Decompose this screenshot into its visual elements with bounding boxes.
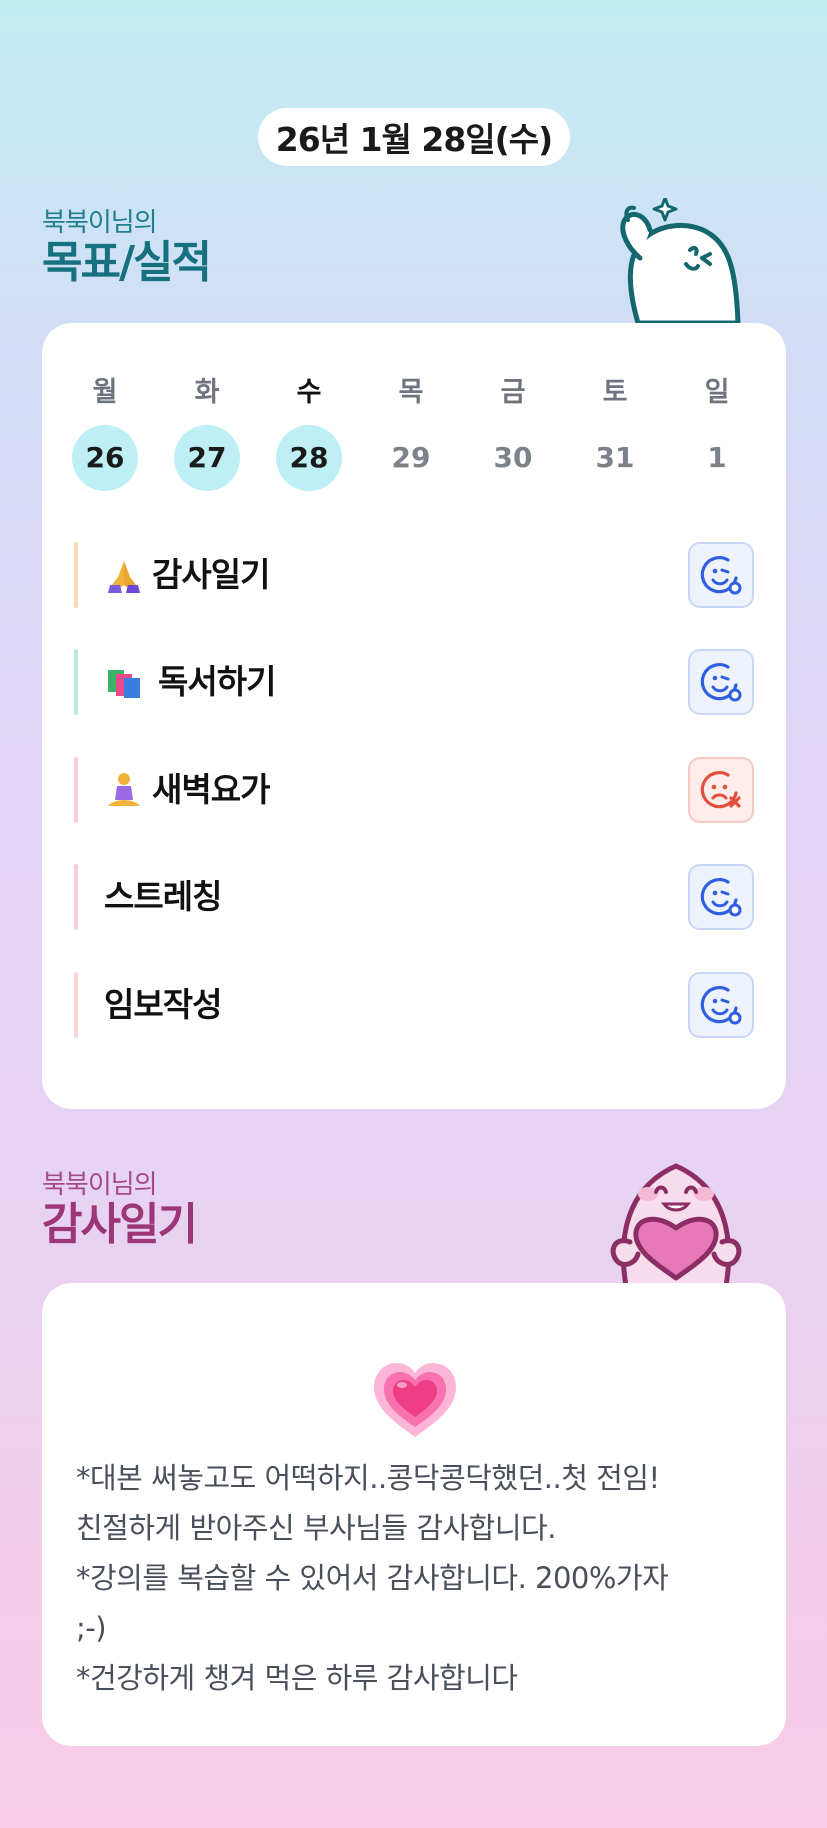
day-name: 일 — [704, 377, 730, 408]
goal-status-success[interactable] — [688, 972, 754, 1038]
goal-label: 감사일기 — [104, 542, 270, 608]
gratitude-line: *건강하게 챙겨 먹은 하루 감사합니다 — [76, 1661, 518, 1695]
folded-hands-icon — [108, 561, 140, 593]
smile-check-icon — [700, 556, 742, 595]
day-name: 금 — [500, 377, 526, 408]
goal-color-bar — [74, 757, 78, 823]
goal-label-text: 독서하기 — [158, 662, 276, 701]
day-wed[interactable]: 수 28 — [276, 373, 342, 491]
goal-row-report-writing[interactable]: 임보작성 — [74, 972, 754, 1038]
date-label[interactable]: 26년 1월 28일(수) — [258, 108, 570, 166]
gratitude-line: *강의를 복습할 수 있어서 감사합니다. 200%가자 — [76, 1561, 669, 1595]
day-number: 27 — [174, 425, 240, 491]
day-mon[interactable]: 월 26 — [72, 373, 138, 491]
yoga-icon — [108, 773, 140, 806]
day-number: 28 — [276, 425, 342, 491]
day-number: 31 — [595, 441, 635, 474]
goal-row-stretching[interactable]: 스트레칭 — [74, 864, 754, 930]
goal-label: 독서하기 — [104, 649, 276, 715]
gratitude-card: *대본 써놓고도 어떡하지..콩닥콩닥했던..첫 전임! 친절하게 받아주신 부… — [42, 1283, 786, 1746]
goal-status-success[interactable] — [688, 542, 754, 608]
goal-label-text: 임보작성 — [104, 985, 222, 1024]
day-sun[interactable]: 일 1 — [684, 373, 750, 491]
smile-check-icon — [700, 986, 742, 1025]
mascot-heart-icon — [610, 1163, 742, 1286]
gratitude-section-heading: 감사일기 — [42, 1199, 198, 1250]
goal-row-gratitude-journal[interactable]: 감사일기 — [74, 542, 754, 608]
gratitude-line: *대본 써놓고도 어떡하지..콩닥콩닥했던..첫 전임! — [76, 1461, 660, 1495]
heart-icon — [374, 1363, 456, 1437]
goal-status-fail[interactable] — [688, 757, 754, 823]
goal-color-bar — [74, 864, 78, 930]
books-icon — [108, 670, 140, 698]
goal-label: 스트레칭 — [104, 864, 222, 930]
goal-color-bar — [74, 649, 78, 715]
week-calendar: 월 26 화 27 수 28 목 29 금 30 토 31 일 1 — [72, 373, 784, 491]
frown-x-icon — [700, 771, 741, 809]
day-sat[interactable]: 토 31 — [582, 373, 648, 491]
day-number: 26 — [72, 425, 138, 491]
goal-color-bar — [74, 542, 78, 608]
goal-label-text: 감사일기 — [152, 555, 270, 594]
gratitude-line: ;-) — [76, 1611, 107, 1645]
day-number: 1 — [707, 441, 727, 474]
goal-row-reading[interactable]: 독서하기 — [74, 649, 754, 715]
day-name: 화 — [194, 377, 220, 408]
day-tue[interactable]: 화 27 — [174, 373, 240, 491]
goal-section-heading: 목표/실적 — [42, 237, 212, 288]
gratitude-section-title: 북북이님의 감사일기 — [42, 1170, 198, 1250]
day-name: 수 — [296, 377, 322, 408]
goal-status-success[interactable] — [688, 864, 754, 930]
gratitude-text: *대본 써놓고도 어떡하지..콩닥콩닥했던..첫 전임! 친절하게 받아주신 부… — [76, 1453, 766, 1703]
day-name: 목 — [398, 377, 424, 408]
day-number: 30 — [493, 441, 533, 474]
goal-label: 임보작성 — [104, 972, 222, 1038]
smile-check-icon — [700, 663, 742, 702]
goal-label: 새벽요가 — [104, 757, 270, 823]
goal-label-text: 새벽요가 — [152, 770, 270, 809]
goal-row-dawn-yoga[interactable]: 새벽요가 — [74, 757, 754, 823]
day-fri[interactable]: 금 30 — [480, 373, 546, 491]
smile-check-icon — [700, 878, 742, 917]
mascot-waving-icon — [620, 198, 741, 326]
goal-section-title: 북북이님의 목표/실적 — [42, 208, 212, 288]
goal-status-success[interactable] — [688, 649, 754, 715]
goal-card: 월 26 화 27 수 28 목 29 금 30 토 31 일 1 감사일기 독… — [42, 323, 786, 1109]
gratitude-section-subtitle: 북북이님의 — [42, 1170, 158, 1200]
day-number: 29 — [391, 441, 431, 474]
day-name: 월 — [92, 377, 118, 408]
goal-label-text: 스트레칭 — [104, 877, 222, 916]
goal-section-subtitle: 북북이님의 — [42, 208, 158, 238]
gratitude-line: 친절하게 받아주신 부사님들 감사합니다. — [76, 1511, 556, 1545]
day-name: 토 — [602, 377, 628, 408]
goal-color-bar — [74, 972, 78, 1038]
day-thu[interactable]: 목 29 — [378, 373, 444, 491]
